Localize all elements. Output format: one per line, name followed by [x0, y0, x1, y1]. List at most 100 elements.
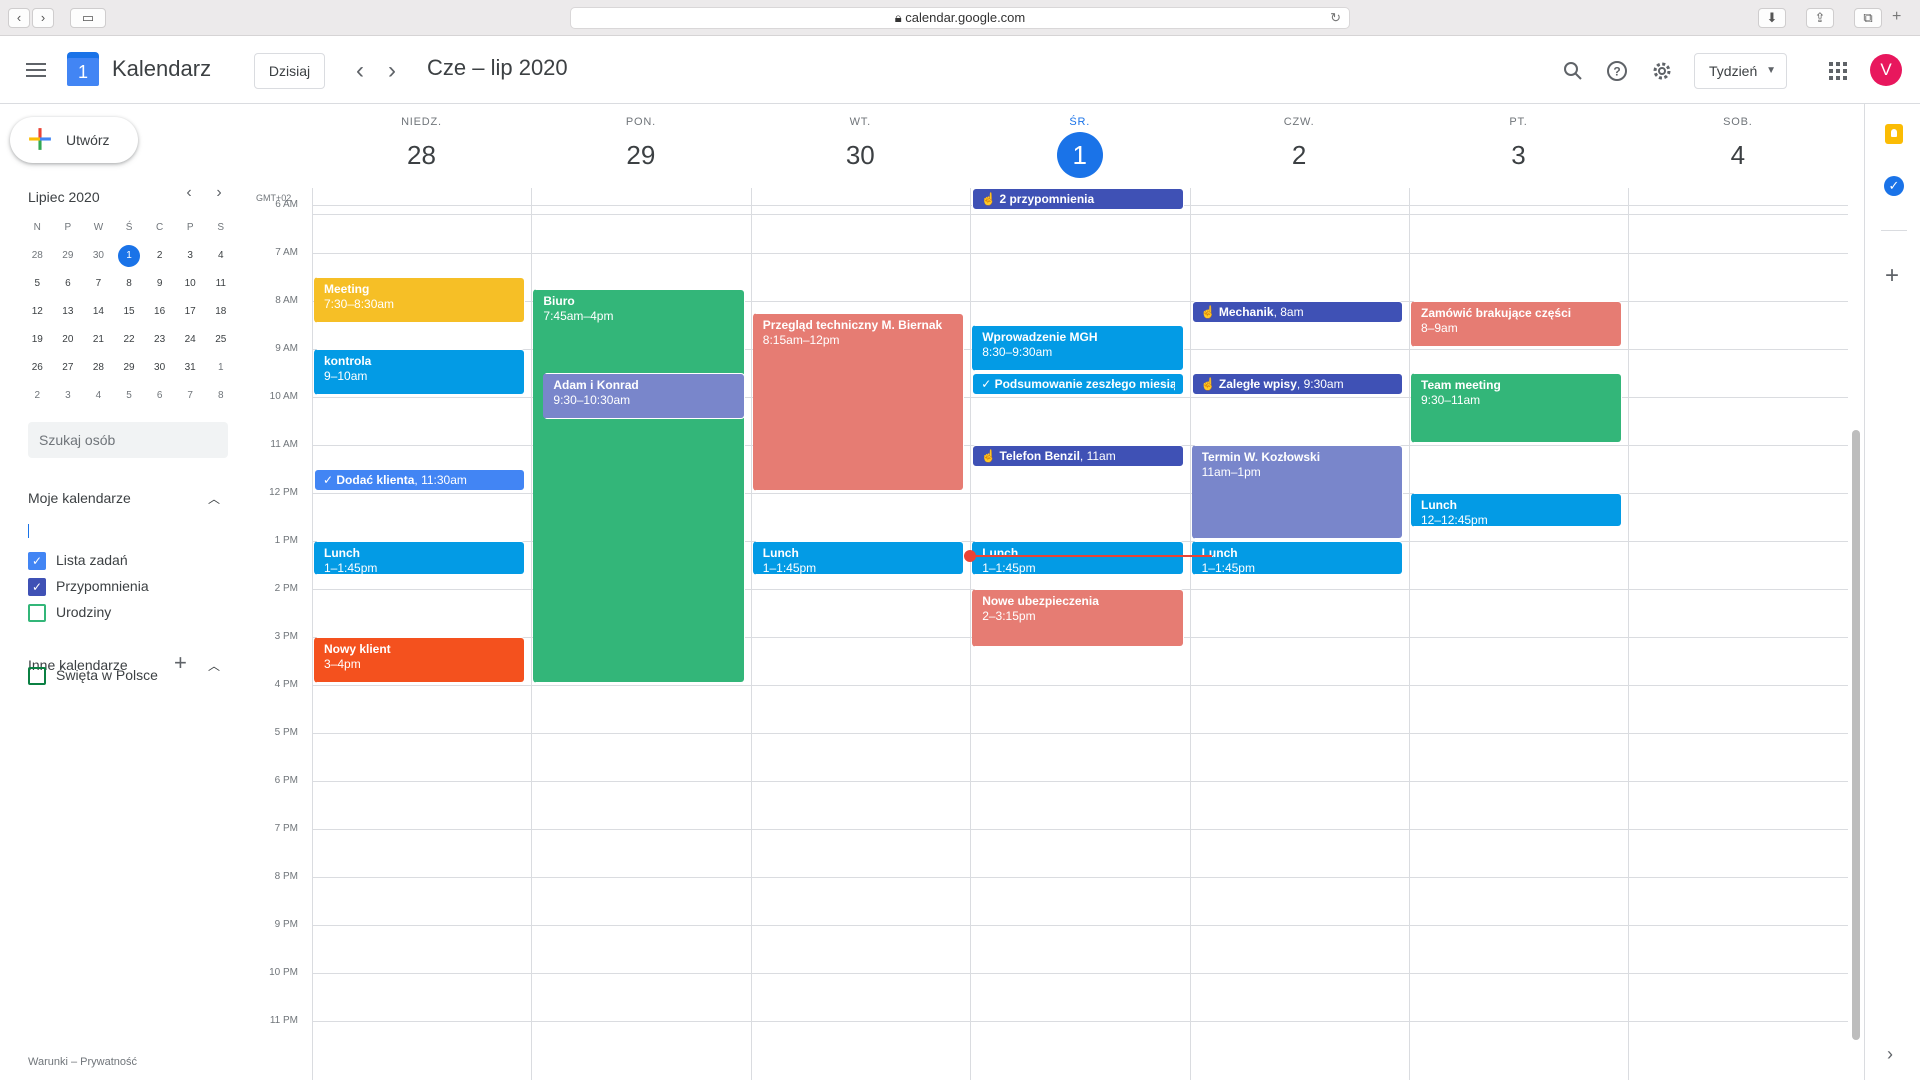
- mini-day[interactable]: 28: [83, 357, 114, 379]
- calendar-event[interactable]: Lunch 1–1:45pm: [314, 540, 526, 575]
- calendar-event[interactable]: ✓ Podsumowanie zeszłego miesiąca: [972, 372, 1184, 395]
- calendar-event[interactable]: Zamówić brakujące części 8–9am: [1411, 300, 1623, 347]
- reload-icon[interactable]: ↻: [1330, 8, 1341, 28]
- calendar-event[interactable]: Lunch 1–1:45pm: [972, 540, 1184, 575]
- create-button[interactable]: Utwórz: [10, 117, 138, 163]
- calendar-event[interactable]: ☝ Telefon Benzil, 11am: [972, 444, 1184, 467]
- tasks-icon[interactable]: ✓: [1884, 176, 1904, 196]
- mini-day[interactable]: 4: [205, 245, 236, 267]
- mini-day[interactable]: 30: [83, 245, 114, 267]
- mini-day[interactable]: 14: [83, 301, 114, 323]
- calendar-event[interactable]: kontrola 9–10am: [314, 348, 526, 395]
- day-header[interactable]: ŚR. 1: [970, 116, 1189, 178]
- day-header[interactable]: NIEDZ. 28: [312, 116, 531, 178]
- mini-day[interactable]: 19: [22, 329, 53, 351]
- calendar-event[interactable]: Przegląd techniczny M. Biernak 8:15am–12p…: [752, 312, 965, 491]
- mini-day[interactable]: 20: [53, 329, 84, 351]
- calendar-event[interactable]: ✓ Dodać klienta, 11:30am: [314, 468, 526, 491]
- search-people-input[interactable]: Szukaj osób: [28, 422, 228, 458]
- mini-day[interactable]: 8: [114, 273, 145, 295]
- day-header[interactable]: PT. 3: [1409, 116, 1628, 178]
- mini-day[interactable]: 22: [114, 329, 145, 351]
- calendar-event[interactable]: Termin W. Kozłowski 11am–1pm: [1191, 444, 1403, 539]
- footer-links[interactable]: Warunki – Prywatność: [28, 1056, 137, 1068]
- calendar-event[interactable]: Lunch 12–12:45pm: [1411, 492, 1623, 527]
- calendar-event[interactable]: Lunch 1–1:45pm: [1191, 540, 1403, 575]
- tabs-icon[interactable]: ⧉: [1854, 8, 1882, 28]
- calendar-event[interactable]: ☝ Zaległe wpisy, 9:30am: [1191, 372, 1403, 395]
- download-icon[interactable]: ⬇: [1758, 8, 1786, 28]
- share-icon[interactable]: ⇪: [1806, 8, 1834, 28]
- mini-day[interactable]: 15: [114, 301, 145, 323]
- mini-day[interactable]: 6: [53, 273, 84, 295]
- day-number[interactable]: 29: [618, 132, 664, 178]
- mini-day[interactable]: 18: [205, 301, 236, 323]
- calendar-event[interactable]: Meeting 7:30–8:30am: [314, 276, 526, 323]
- mini-day[interactable]: 29: [114, 357, 145, 379]
- calendar-event[interactable]: Lunch 1–1:45pm: [752, 540, 965, 575]
- apps-grid-icon[interactable]: [1818, 51, 1858, 91]
- chevron-up-icon[interactable]: ︿: [208, 657, 220, 674]
- vertical-scrollbar[interactable]: [1852, 430, 1860, 1040]
- avatar[interactable]: V: [1870, 54, 1902, 86]
- week-grid[interactable]: ☝ 2 przypomnienia Meeting 7:30–8:30am kontr…: [312, 188, 1848, 1080]
- calendar-event[interactable]: Adam i Konrad 9:30–10:30am: [543, 372, 745, 419]
- calendar-checkbox[interactable]: ✓: [28, 552, 46, 570]
- calendar-checkbox[interactable]: ✓: [28, 578, 46, 596]
- mini-day[interactable]: 2: [144, 245, 175, 267]
- calendar-event[interactable]: Biuro 7:45am–4pm: [533, 288, 745, 683]
- mini-day[interactable]: 11: [205, 273, 236, 295]
- sidebar-toggle-icon[interactable]: ▭: [70, 8, 106, 28]
- mini-day[interactable]: 5: [22, 273, 53, 295]
- mini-day[interactable]: 5: [114, 385, 145, 407]
- day-number[interactable]: 4: [1715, 132, 1761, 178]
- mini-day[interactable]: 4: [83, 385, 114, 407]
- reminders-banner[interactable]: ☝ 2 przypomnienia: [972, 188, 1184, 210]
- mini-day[interactable]: 28: [22, 245, 53, 267]
- mini-day[interactable]: 2: [22, 385, 53, 407]
- mini-day[interactable]: 12: [22, 301, 53, 323]
- mini-day[interactable]: 7: [175, 385, 206, 407]
- mini-prev-icon[interactable]: ‹: [177, 184, 201, 202]
- calendar-checkbox[interactable]: [28, 604, 46, 622]
- mini-day[interactable]: 3: [53, 385, 84, 407]
- mini-day[interactable]: 26: [22, 357, 53, 379]
- calendar-checkbox[interactable]: [28, 667, 46, 685]
- help-icon[interactable]: ?: [1597, 51, 1637, 91]
- address-bar[interactable]: 🔒︎ calendar.google.com ↻: [570, 7, 1350, 29]
- mini-day[interactable]: 10: [175, 273, 206, 295]
- mini-day[interactable]: 9: [144, 273, 175, 295]
- gear-icon[interactable]: [1642, 51, 1682, 91]
- today-button[interactable]: Dzisiaj: [254, 53, 325, 89]
- add-calendar-icon[interactable]: +: [174, 650, 187, 676]
- mini-day[interactable]: 24: [175, 329, 206, 351]
- mini-day[interactable]: 17: [175, 301, 206, 323]
- search-icon[interactable]: [1553, 51, 1593, 91]
- day-header[interactable]: PON. 29: [531, 116, 750, 178]
- day-header[interactable]: WT. 30: [751, 116, 970, 178]
- day-number[interactable]: 1: [1056, 132, 1103, 178]
- day-number[interactable]: 3: [1496, 132, 1542, 178]
- chevron-right-icon[interactable]: ›: [1887, 1044, 1893, 1065]
- mini-day[interactable]: 16: [144, 301, 175, 323]
- mini-day[interactable]: 25: [205, 329, 236, 351]
- chevron-up-icon[interactable]: ︿: [208, 490, 220, 507]
- my-calendars-header[interactable]: Moje kalendarze: [28, 490, 131, 506]
- new-tab-icon[interactable]: +: [1892, 8, 1901, 26]
- mini-day[interactable]: 7: [83, 273, 114, 295]
- view-select[interactable]: Tydzień ▼: [1694, 53, 1787, 89]
- mini-next-icon[interactable]: ›: [207, 184, 231, 202]
- mini-day[interactable]: 21: [83, 329, 114, 351]
- calendar-event[interactable]: Wprowadzenie MGH 8:30–9:30am: [972, 324, 1184, 371]
- keep-icon[interactable]: [1885, 124, 1903, 144]
- day-header[interactable]: SOB. 4: [1628, 116, 1847, 178]
- menu-icon[interactable]: [16, 50, 56, 90]
- mini-day[interactable]: 3: [175, 245, 206, 267]
- mini-day[interactable]: 30: [144, 357, 175, 379]
- mini-day[interactable]: 1: [114, 245, 145, 267]
- next-week-icon[interactable]: ›: [372, 51, 412, 91]
- mini-day[interactable]: 1: [205, 357, 236, 379]
- day-number[interactable]: 30: [837, 132, 883, 178]
- day-number[interactable]: 2: [1276, 132, 1322, 178]
- calendar-event[interactable]: Team meeting 9:30–11am: [1411, 372, 1623, 443]
